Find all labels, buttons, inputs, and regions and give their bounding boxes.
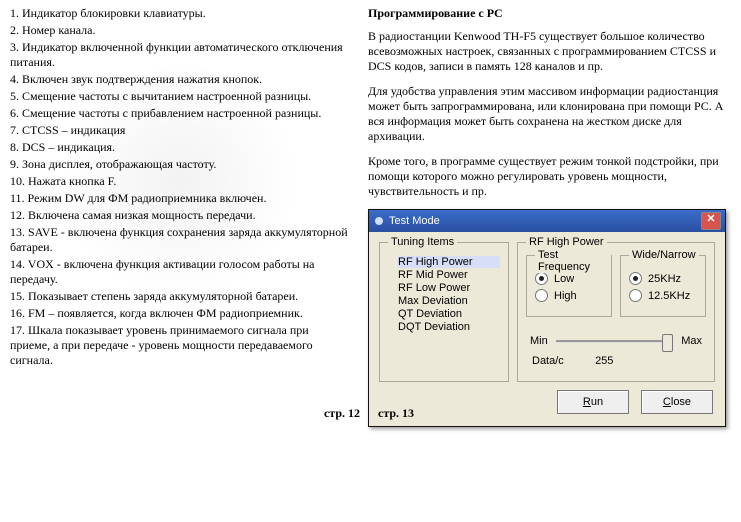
list-item: 1. Индикатор блокировки клавиатуры.	[10, 6, 350, 21]
list-item: 5. Смещение частоты с вычитанием настрое…	[10, 89, 350, 104]
radio-low[interactable]: Low	[535, 272, 603, 285]
radio-icon	[629, 289, 642, 302]
list-item: 3. Индикатор включенной функции автомати…	[10, 40, 350, 70]
list-item: 4. Включен звук подтверждения нажатия кн…	[10, 72, 350, 87]
radio-label: High	[554, 290, 577, 302]
tuning-item[interactable]: RF High Power	[398, 256, 500, 268]
radio-25khz[interactable]: 25KHz	[629, 272, 697, 285]
data-row: Data/c 255	[532, 355, 702, 367]
slider-max-label: Max	[681, 335, 702, 347]
tuning-item[interactable]: RF Low Power	[398, 282, 500, 294]
slider[interactable]	[556, 340, 673, 343]
paragraph: Кроме того, в программе существует режим…	[368, 154, 731, 199]
test-frequency-group: Test Frequency Low High	[526, 255, 612, 317]
radio-12-5khz[interactable]: 12.5KHz	[629, 289, 697, 302]
app-icon	[375, 217, 383, 225]
data-value: 255	[595, 355, 613, 367]
list-item: 7. CTCSS – индикация	[10, 123, 350, 138]
dialog-title: Test Mode	[389, 215, 701, 227]
radio-label: 25KHz	[648, 273, 681, 285]
list-item: 14. VOX - включена функция активации гол…	[10, 257, 350, 287]
tuning-item[interactable]: DQT Deviation	[398, 321, 500, 333]
page-number-right: стр. 13	[374, 406, 741, 421]
list-item: 8. DCS – индикация.	[10, 140, 350, 155]
rf-high-power-group: RF High Power Test Frequency Low	[517, 242, 715, 382]
tuning-item[interactable]: QT Deviation	[398, 308, 500, 320]
list-item: 11. Режим DW для ФМ радиоприемника включ…	[10, 191, 350, 206]
paragraph: Для удобства управления этим массивом ин…	[368, 84, 731, 144]
heading-programming: Программирование с PC	[368, 6, 731, 21]
list-item: 16. FM – появляется, когда включен ФМ ра…	[10, 306, 350, 321]
page-number-left: стр. 12	[0, 406, 374, 421]
group-legend: RF High Power	[526, 236, 607, 248]
list-item: 13. SAVE - включена функция сохранения з…	[10, 225, 350, 255]
dialog-titlebar[interactable]: Test Mode ✕	[369, 210, 725, 232]
tuning-item[interactable]: RF Mid Power	[398, 269, 500, 281]
close-icon[interactable]: ✕	[701, 212, 721, 230]
radio-icon	[629, 272, 642, 285]
slider-min-label: Min	[530, 335, 548, 347]
paragraph: В радиостанции Kenwood TH-F5 существует …	[368, 29, 731, 74]
group-legend: Wide/Narrow	[629, 249, 699, 261]
tuning-item[interactable]: Max Deviation	[398, 295, 500, 307]
list-item: 10. Нажата кнопка F.	[10, 174, 350, 189]
list-item: 12. Включена самая низкая мощность перед…	[10, 208, 350, 223]
radio-icon	[535, 272, 548, 285]
tuning-items-group: Tuning Items RF High Power RF Mid Power …	[379, 242, 509, 382]
group-legend: Test Frequency	[535, 249, 611, 273]
radio-label: Low	[554, 273, 574, 285]
wide-narrow-group: Wide/Narrow 25KHz 12.5KHz	[620, 255, 706, 317]
list-item: 17. Шкала показывает уровень принимаемог…	[10, 323, 350, 368]
right-column: Программирование с PC В радиостанции Ken…	[368, 6, 731, 427]
list-item: 15. Показывает степень заряда аккумулято…	[10, 289, 350, 304]
list-item: 2. Номер канала.	[10, 23, 350, 38]
test-mode-dialog: Test Mode ✕ Tuning Items RF High Power R…	[368, 209, 726, 427]
list-item: 9. Зона дисплея, отображающая частоту.	[10, 157, 350, 172]
group-legend: Tuning Items	[388, 236, 457, 248]
slider-thumb[interactable]	[662, 334, 673, 352]
radio-label: 12.5KHz	[648, 290, 690, 302]
data-label: Data/c	[532, 355, 592, 367]
left-column: 1. Индикатор блокировки клавиатуры. 2. Н…	[10, 6, 350, 427]
radio-high[interactable]: High	[535, 289, 603, 302]
radio-icon	[535, 289, 548, 302]
list-item: 6. Смещение частоты с прибавлением настр…	[10, 106, 350, 121]
